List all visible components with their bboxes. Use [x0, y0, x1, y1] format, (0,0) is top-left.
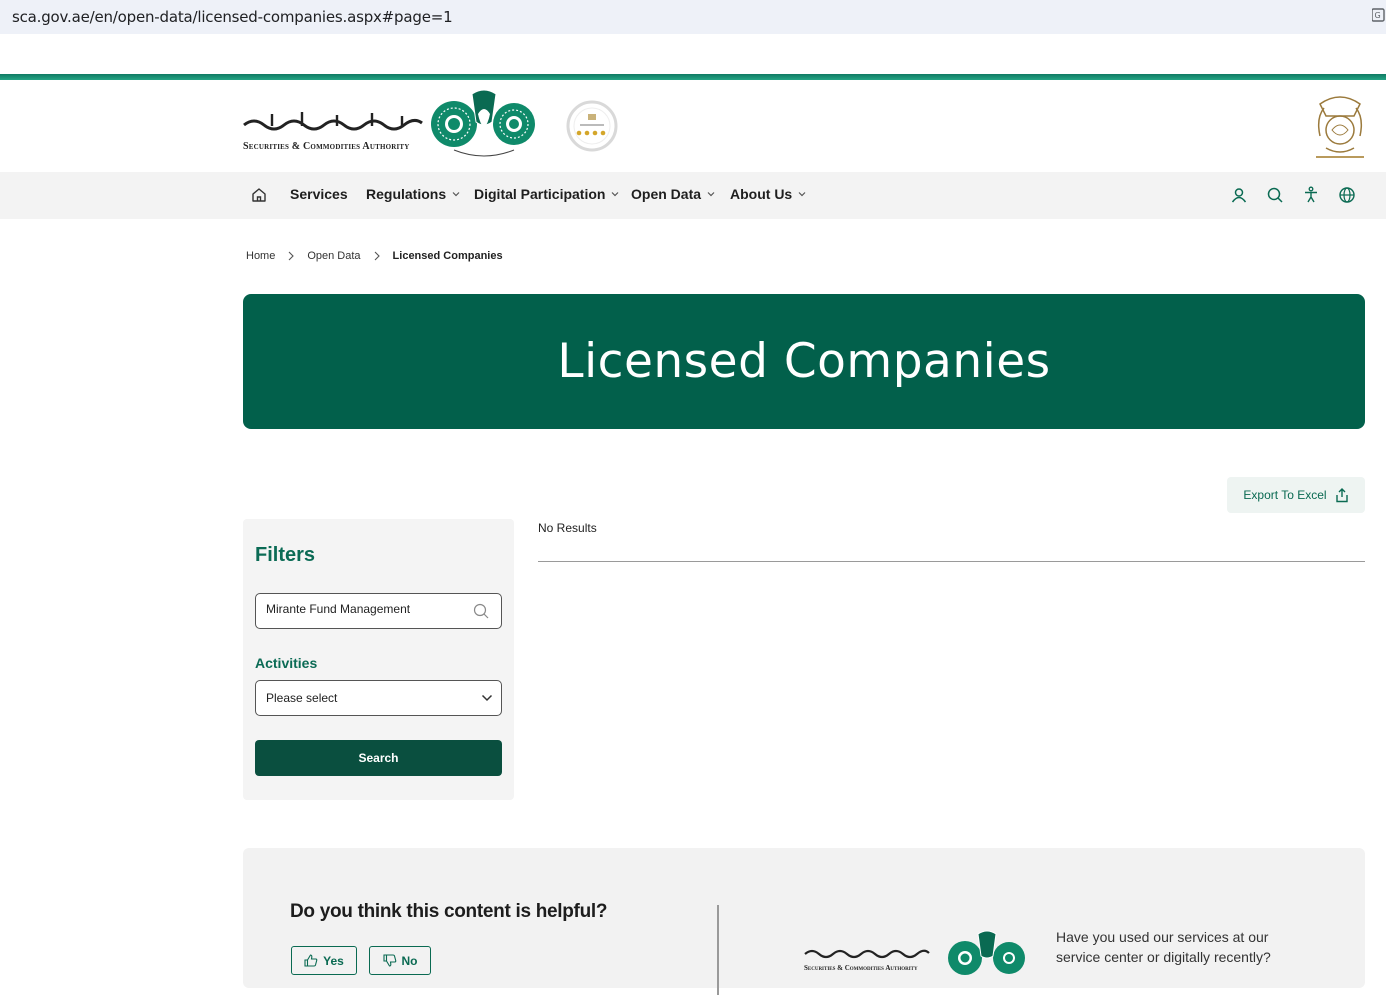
- activities-label: Activities: [255, 655, 318, 671]
- nav-regulations-label: Regulations: [366, 186, 447, 202]
- nav-services-label: Services: [290, 186, 348, 202]
- nav-digital-participation[interactable]: Digital Participation: [474, 186, 619, 202]
- export-label: Export To Excel: [1243, 488, 1327, 502]
- nav-about-us[interactable]: About Us: [730, 186, 806, 202]
- url-text[interactable]: sca.gov.ae/en/open-data/licensed-compani…: [12, 8, 453, 26]
- svg-text:G: G: [1375, 11, 1381, 20]
- chevron-down-icon: [612, 192, 619, 197]
- chevron-down-icon: [481, 694, 493, 702]
- chevron-right-icon: [374, 251, 380, 261]
- sca-footer-logo: Securities & Commodities Authority: [803, 930, 1028, 984]
- page-title: Licensed Companies: [557, 334, 1051, 389]
- site-header: [0, 80, 1386, 172]
- feedback-no-button[interactable]: No: [369, 946, 431, 975]
- feedback-question: Do you think this content is helpful?: [290, 901, 608, 922]
- chevron-down-icon: [452, 192, 460, 197]
- results-status: No Results: [538, 521, 597, 535]
- hero-banner: Licensed Companies: [243, 294, 1365, 429]
- translate-icon[interactable]: G: [1372, 8, 1386, 24]
- sca-footer-logo-graphic: [804, 930, 1025, 975]
- nav-open-data-label: Open Data: [631, 186, 702, 202]
- globe-icon[interactable]: [1338, 186, 1356, 204]
- nav-digital-participation-label: Digital Participation: [474, 186, 606, 202]
- chevron-down-icon: [707, 192, 715, 197]
- feedback-divider: [717, 905, 719, 995]
- search-icon[interactable]: [473, 603, 489, 619]
- export-to-excel-button[interactable]: Export To Excel: [1227, 477, 1365, 513]
- results-divider: [538, 561, 1365, 562]
- filters-panel: Filters Activities Please select Search: [243, 519, 514, 800]
- thumbs-down-icon: [382, 954, 396, 967]
- logo-english-text: Securities & Commodities Authority: [243, 141, 410, 152]
- search-button[interactable]: Search: [255, 740, 502, 776]
- nav-about-us-label: About Us: [730, 186, 793, 202]
- chevron-right-icon: [288, 251, 295, 261]
- award-badge-icon[interactable]: [566, 100, 618, 152]
- feedback-yes-button[interactable]: Yes: [291, 946, 357, 975]
- filters-title: Filters: [255, 544, 316, 566]
- share-upload-icon: [1335, 487, 1348, 502]
- breadcrumb-current: Licensed Companies: [392, 250, 503, 262]
- feedback-yes-label: Yes: [323, 953, 344, 968]
- browser-url-bar[interactable]: sca.gov.ae/en/open-data/licensed-compani…: [0, 0, 1386, 34]
- breadcrumb-home[interactable]: Home: [246, 250, 275, 262]
- feedback-no-label: No: [401, 953, 418, 968]
- search-icon[interactable]: [1266, 186, 1284, 204]
- activities-selected-value: Please select: [266, 691, 338, 705]
- feedback-section: Do you think this content is helpful? Ye…: [243, 848, 1365, 995]
- sca-logo[interactable]: Securities & Commodities Authority: [242, 89, 542, 166]
- nav-services[interactable]: Services: [290, 186, 348, 202]
- nav-open-data[interactable]: Open Data: [631, 186, 715, 202]
- chevron-down-icon: [798, 192, 806, 197]
- sca-logo-graphic: [243, 89, 535, 157]
- footer-logo-english-text: Securities & Commodities Authority: [804, 964, 918, 972]
- activities-select[interactable]: Please select: [255, 680, 502, 716]
- home-icon[interactable]: [250, 186, 268, 204]
- nav-regulations[interactable]: Regulations: [366, 186, 460, 202]
- service-center-question: Have you used our services at our servic…: [1056, 929, 1271, 965]
- thumbs-up-icon: [304, 954, 318, 967]
- company-search-field[interactable]: [255, 593, 502, 629]
- breadcrumb-open-data[interactable]: Open Data: [307, 250, 360, 262]
- uae-emblem-icon[interactable]: [1312, 90, 1368, 162]
- accessibility-icon[interactable]: [1302, 186, 1320, 204]
- user-icon[interactable]: [1230, 186, 1248, 204]
- company-search-input[interactable]: [266, 602, 466, 616]
- breadcrumb: Home Open Data Licensed Companies: [246, 250, 503, 262]
